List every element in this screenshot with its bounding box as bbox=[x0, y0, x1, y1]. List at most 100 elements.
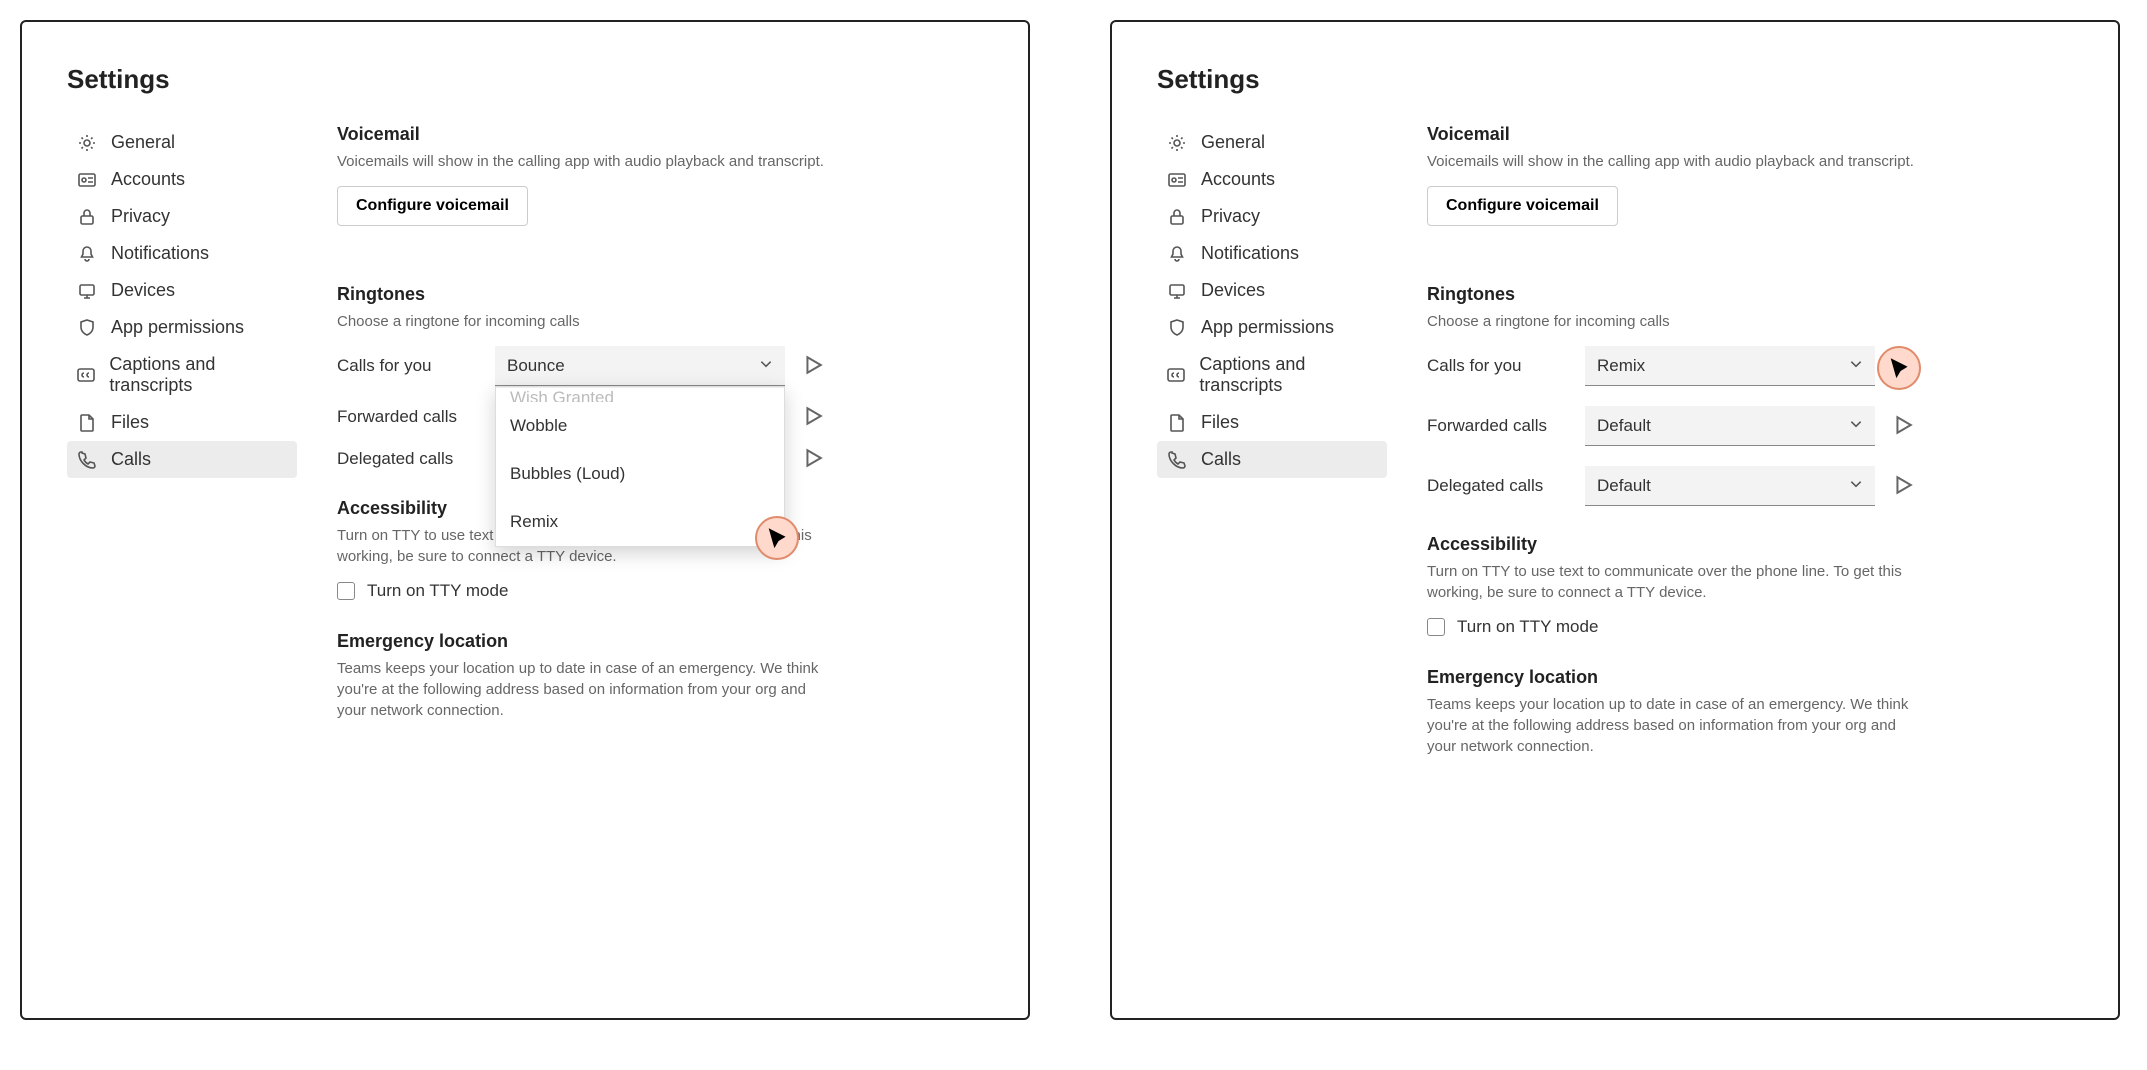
sidebar-item-notifications[interactable]: Notifications bbox=[1157, 235, 1387, 272]
select-value: Bounce bbox=[507, 356, 565, 376]
forwarded-calls-label: Forwarded calls bbox=[337, 407, 477, 427]
settings-panel-right: Settings General Accounts Privacy Notifi… bbox=[1110, 20, 2120, 1020]
sidebar-item-files[interactable]: Files bbox=[1157, 404, 1387, 441]
voicemail-desc: Voicemails will show in the calling app … bbox=[337, 151, 983, 172]
settings-content: Voicemail Voicemails will show in the ca… bbox=[1427, 124, 2073, 785]
forwarded-calls-select[interactable]: Default bbox=[1585, 406, 1875, 446]
sidebar-item-label: Accounts bbox=[111, 169, 185, 190]
sidebar-item-app-permissions[interactable]: App permissions bbox=[1157, 309, 1387, 346]
sidebar-item-label: Notifications bbox=[1201, 243, 1299, 264]
play-ringtone-button[interactable] bbox=[1893, 415, 1915, 437]
sidebar-item-label: Calls bbox=[1201, 449, 1241, 470]
sidebar-item-accounts[interactable]: Accounts bbox=[67, 161, 297, 198]
voicemail-heading: Voicemail bbox=[337, 124, 983, 145]
close-button[interactable] bbox=[975, 62, 983, 96]
sidebar-item-label: Privacy bbox=[1201, 206, 1260, 227]
chevron-down-icon bbox=[1849, 477, 1863, 494]
tty-checkbox[interactable] bbox=[337, 582, 355, 600]
sidebar-item-captions[interactable]: Captions and transcripts bbox=[67, 346, 297, 404]
calls-for-you-select[interactable]: Remix bbox=[1585, 346, 1875, 386]
chevron-down-icon bbox=[759, 357, 773, 374]
sidebar-item-label: General bbox=[111, 132, 175, 153]
settings-sidebar: General Accounts Privacy Notifications D… bbox=[1157, 124, 1387, 785]
sidebar-item-files[interactable]: Files bbox=[67, 404, 297, 441]
phone-icon bbox=[77, 450, 97, 470]
delegated-calls-label: Delegated calls bbox=[337, 449, 477, 469]
configure-voicemail-button[interactable]: Configure voicemail bbox=[1427, 186, 1618, 226]
sidebar-item-label: Devices bbox=[1201, 280, 1265, 301]
ringtones-desc: Choose a ringtone for incoming calls bbox=[1427, 311, 2073, 332]
page-title: Settings bbox=[1157, 64, 1260, 95]
play-ringtone-button[interactable] bbox=[1893, 355, 1915, 377]
accessibility-desc: Turn on TTY to use text to communicate o… bbox=[1427, 561, 1907, 603]
emergency-desc: Teams keeps your location up to date in … bbox=[337, 658, 827, 721]
sidebar-item-devices[interactable]: Devices bbox=[1157, 272, 1387, 309]
file-icon bbox=[1167, 413, 1187, 433]
select-value: Remix bbox=[1597, 356, 1645, 376]
sidebar-item-label: Devices bbox=[111, 280, 175, 301]
accessibility-heading: Accessibility bbox=[1427, 534, 2073, 555]
sidebar-item-label: Accounts bbox=[1201, 169, 1275, 190]
sidebar-item-privacy[interactable]: Privacy bbox=[67, 198, 297, 235]
cc-icon bbox=[77, 365, 95, 385]
delegated-calls-label: Delegated calls bbox=[1427, 476, 1567, 496]
sidebar-item-devices[interactable]: Devices bbox=[67, 272, 297, 309]
cc-icon bbox=[1167, 365, 1185, 385]
ringtones-heading: Ringtones bbox=[1427, 284, 2073, 305]
settings-sidebar: General Accounts Privacy Notifications D… bbox=[67, 124, 297, 749]
configure-voicemail-button[interactable]: Configure voicemail bbox=[337, 186, 528, 226]
dropdown-option-wobble[interactable]: Wobble bbox=[496, 402, 784, 450]
sidebar-item-calls[interactable]: Calls bbox=[1157, 441, 1387, 478]
settings-content: Voicemail Voicemails will show in the ca… bbox=[337, 124, 983, 749]
tty-checkbox-label: Turn on TTY mode bbox=[367, 581, 508, 601]
play-ringtone-button[interactable] bbox=[803, 448, 825, 470]
sidebar-item-label: Captions and transcripts bbox=[1199, 354, 1377, 396]
id-card-icon bbox=[77, 170, 97, 190]
ringtones-heading: Ringtones bbox=[337, 284, 983, 305]
sidebar-item-calls[interactable]: Calls bbox=[67, 441, 297, 478]
sidebar-item-app-permissions[interactable]: App permissions bbox=[67, 309, 297, 346]
tty-checkbox[interactable] bbox=[1427, 618, 1445, 636]
sidebar-item-general[interactable]: General bbox=[1157, 124, 1387, 161]
sidebar-item-label: Privacy bbox=[111, 206, 170, 227]
sidebar-item-notifications[interactable]: Notifications bbox=[67, 235, 297, 272]
sidebar-item-label: Calls bbox=[111, 449, 151, 470]
calls-for-you-label: Calls for you bbox=[337, 356, 477, 376]
sidebar-item-captions[interactable]: Captions and transcripts bbox=[1157, 346, 1387, 404]
lock-icon bbox=[1167, 207, 1187, 227]
sidebar-item-label: Files bbox=[1201, 412, 1239, 433]
gear-icon bbox=[1167, 133, 1187, 153]
select-value: Default bbox=[1597, 476, 1651, 496]
dropdown-option-bubbles[interactable]: Bubbles (Loud) bbox=[496, 450, 784, 498]
play-ringtone-button[interactable] bbox=[1893, 475, 1915, 497]
phone-icon bbox=[1167, 450, 1187, 470]
voicemail-desc: Voicemails will show in the calling app … bbox=[1427, 151, 2073, 172]
gear-icon bbox=[77, 133, 97, 153]
play-ringtone-button[interactable] bbox=[803, 355, 825, 377]
calls-for-you-select[interactable]: Bounce Wish Granted Wobble Bubbles (Loud… bbox=[495, 346, 785, 386]
sidebar-item-accounts[interactable]: Accounts bbox=[1157, 161, 1387, 198]
calls-for-you-label: Calls for you bbox=[1427, 356, 1567, 376]
sidebar-item-privacy[interactable]: Privacy bbox=[1157, 198, 1387, 235]
monitor-icon bbox=[1167, 281, 1187, 301]
sidebar-item-label: App permissions bbox=[1201, 317, 1334, 338]
ringtone-dropdown: Wish Granted Wobble Bubbles (Loud) Remix bbox=[495, 386, 785, 547]
monitor-icon bbox=[77, 281, 97, 301]
sidebar-item-label: Captions and transcripts bbox=[109, 354, 287, 396]
chevron-down-icon bbox=[1849, 357, 1863, 374]
id-card-icon bbox=[1167, 170, 1187, 190]
emergency-desc: Teams keeps your location up to date in … bbox=[1427, 694, 1917, 757]
settings-panel-left: Settings General Accounts Privacy Notifi… bbox=[20, 20, 1030, 1020]
delegated-calls-select[interactable]: Default bbox=[1585, 466, 1875, 506]
sidebar-item-label: Notifications bbox=[111, 243, 209, 264]
dropdown-option[interactable]: Wish Granted bbox=[496, 387, 784, 402]
bell-icon bbox=[77, 244, 97, 264]
dropdown-option-remix[interactable]: Remix bbox=[496, 498, 784, 546]
sidebar-item-general[interactable]: General bbox=[67, 124, 297, 161]
select-value: Default bbox=[1597, 416, 1651, 436]
emergency-heading: Emergency location bbox=[1427, 667, 2073, 688]
file-icon bbox=[77, 413, 97, 433]
play-ringtone-button[interactable] bbox=[803, 406, 825, 428]
close-button[interactable] bbox=[2065, 62, 2073, 96]
sidebar-item-label: App permissions bbox=[111, 317, 244, 338]
